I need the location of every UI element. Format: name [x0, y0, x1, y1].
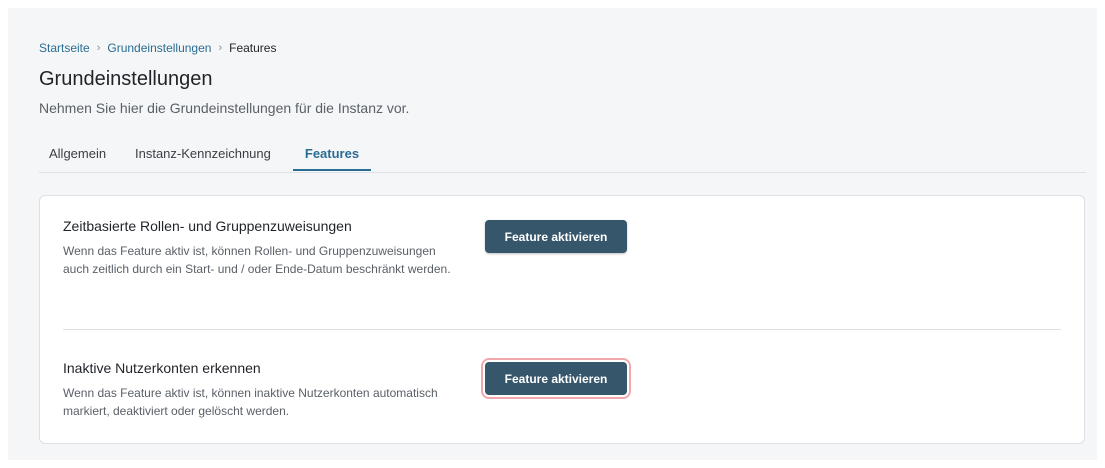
- tab-features[interactable]: Features: [293, 144, 371, 171]
- tab-allgemein[interactable]: Allgemein: [49, 144, 106, 171]
- breadcrumb-current: Features: [229, 41, 277, 55]
- feature-title: Zeitbasierte Rollen- und Gruppenzuweisun…: [63, 218, 352, 234]
- feature-description: Wenn das Feature aktiv ist, können inakt…: [63, 386, 438, 418]
- page-title: Grundeinstellungen: [39, 68, 213, 90]
- page-subtitle: Nehmen Sie hier die Grundeinstellungen f…: [39, 100, 410, 116]
- tab-bar: Allgemein Instanz-Kennzeichnung Features: [39, 144, 1086, 173]
- feature-title: Inaktive Nutzerkonten erkennen: [63, 360, 261, 376]
- tab-instanz-kennzeichnung[interactable]: Instanz-Kennzeichnung: [135, 144, 271, 171]
- feature-description: Wenn das Feature aktiv ist, können Rolle…: [63, 244, 451, 276]
- features-card: Zeitbasierte Rollen- und Gruppenzuweisun…: [39, 195, 1085, 444]
- feature-divider: [63, 329, 1061, 330]
- breadcrumb-link-grundeinstellungen[interactable]: Grundeinstellungen: [107, 41, 211, 55]
- activate-feature-button[interactable]: Feature aktivieren: [485, 362, 627, 395]
- breadcrumb-separator: ›: [96, 42, 101, 54]
- breadcrumb-separator: ›: [218, 42, 223, 54]
- breadcrumb: Startseite › Grundeinstellungen › Featur…: [39, 41, 276, 55]
- activate-feature-button[interactable]: Feature aktivieren: [485, 220, 627, 253]
- page-background: Startseite › Grundeinstellungen › Featur…: [8, 8, 1097, 460]
- breadcrumb-link-startseite[interactable]: Startseite: [39, 41, 90, 55]
